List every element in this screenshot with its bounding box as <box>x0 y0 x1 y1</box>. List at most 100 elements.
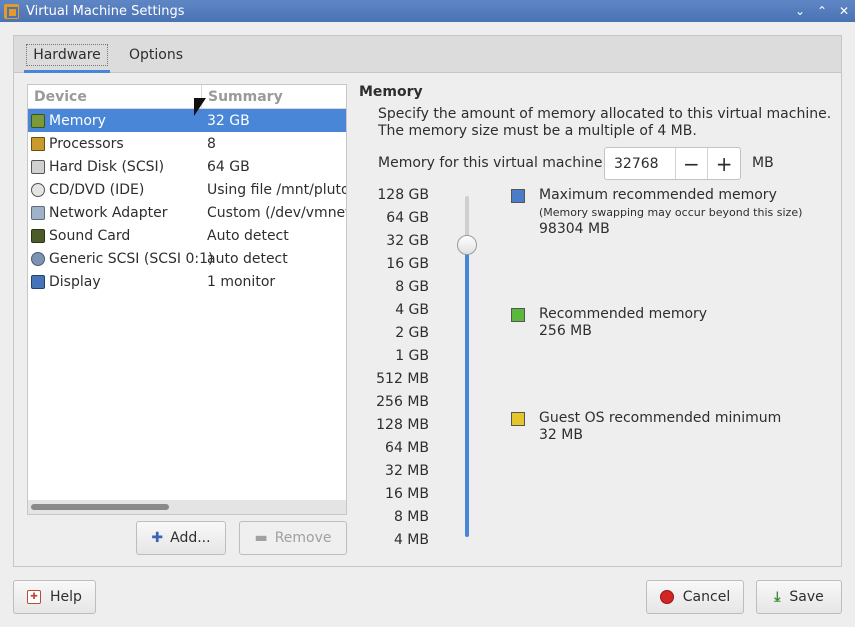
device-cell: Hard Disk (SCSI) <box>28 159 202 175</box>
save-label: Save <box>789 589 824 605</box>
add-device-label: Add... <box>170 530 211 546</box>
network-adapter-icon <box>31 205 45 220</box>
device-name: Processors <box>49 135 124 152</box>
device-list: Device Summary Memory 32 GB Processors 8 Har… <box>27 84 347 515</box>
max-recommended-value: 98304 MB <box>539 221 610 237</box>
device-summary: 1 monitor <box>207 273 276 290</box>
scale-label: 1 GB <box>395 348 429 364</box>
device-cell: CD/DVD (IDE) <box>28 182 202 198</box>
increment-button[interactable]: + <box>707 148 740 179</box>
memory-field-label: Memory for this virtual machine: <box>378 155 608 171</box>
generic-scsi-icon <box>31 251 45 266</box>
decrement-button[interactable]: − <box>674 148 708 179</box>
save-icon: ⤓ <box>774 589 781 605</box>
cancel-label: Cancel <box>682 589 731 605</box>
device-cell: Processors <box>28 136 202 152</box>
device-summary: Auto detect <box>207 227 289 244</box>
device-rows: Memory 32 GB Processors 8 Hard Disk (SCSI) 64… <box>28 109 346 293</box>
plus-icon: ✚ <box>151 530 164 546</box>
device-summary: Custom (/dev/vmnet2 <box>207 204 346 221</box>
memory-scale: 128 GB 64 GB 32 GB 16 GB 8 GB 4 GB 2 GB 1 GB 512… <box>359 186 429 554</box>
device-row[interactable]: Generic SCSI (SCSI 0:1) auto detect <box>28 247 346 270</box>
guest-minimum-swatch <box>511 412 525 426</box>
save-button[interactable]: ⤓ Save <box>756 580 842 614</box>
cd-dvd-icon <box>31 182 45 197</box>
device-row[interactable]: Hard Disk (SCSI) 64 GB <box>28 155 346 178</box>
processor-icon <box>31 136 45 151</box>
scale-label: 64 MB <box>385 440 429 456</box>
memory-slider-handle[interactable] <box>457 235 477 255</box>
scale-label: 8 MB <box>393 509 429 525</box>
title-bar: Virtual Machine Settings ⌄ ⌃ ✕ <box>0 0 855 22</box>
vmware-app-icon <box>4 3 19 19</box>
display-icon <box>31 274 45 289</box>
hard-disk-icon <box>31 159 45 174</box>
device-column-header[interactable]: Device <box>28 85 202 108</box>
device-summary: 8 <box>207 135 216 152</box>
cancel-button[interactable]: Cancel <box>646 580 744 614</box>
scale-label: 16 GB <box>386 256 429 272</box>
scale-label: 64 GB <box>386 210 429 226</box>
help-icon: ✚ <box>27 590 42 604</box>
device-cell: Display <box>28 274 202 290</box>
device-summary: 32 GB <box>207 112 250 129</box>
memory-unit-label: MB <box>752 155 774 171</box>
device-cell: Sound Card <box>28 228 202 244</box>
device-name: Generic SCSI (SCSI 0:1) <box>49 250 214 267</box>
device-name: Hard Disk (SCSI) <box>49 158 165 175</box>
recommended-swatch <box>511 308 525 322</box>
device-cell: Memory <box>28 113 202 129</box>
device-name: Memory <box>49 112 106 129</box>
settings-frame: Hardware Options Device Summary Memory 32… <box>13 35 842 567</box>
scrollbar-thumb[interactable] <box>31 504 169 510</box>
memory-icon <box>31 113 45 128</box>
cancel-icon <box>659 590 674 604</box>
device-row[interactable]: Network Adapter Custom (/dev/vmnet2 <box>28 201 346 224</box>
max-recommended-swatch <box>511 189 525 203</box>
scale-label: 2 GB <box>395 325 429 341</box>
memory-input[interactable]: 32768 <box>605 148 675 179</box>
tab-options-label: Options <box>128 47 184 63</box>
remove-device-button[interactable]: ▬ Remove <box>239 521 347 555</box>
memory-stepper: 32768 − + <box>604 147 741 180</box>
close-icon[interactable]: ✕ <box>833 4 855 18</box>
scale-label: 16 MB <box>385 486 429 502</box>
minus-icon: ▬ <box>254 530 268 546</box>
help-button[interactable]: ✚ Help <box>13 580 96 614</box>
memory-section-title: Memory <box>359 84 423 100</box>
sound-card-icon <box>31 228 45 243</box>
device-summary: Using file /mnt/pluto/s <box>207 181 346 198</box>
help-label: Help <box>50 589 82 605</box>
recommended-title: Recommended memory <box>539 306 708 322</box>
device-cell: Generic SCSI (SCSI 0:1) <box>28 251 213 267</box>
scale-label: 128 MB <box>376 417 429 433</box>
tab-options[interactable]: Options <box>117 39 195 71</box>
device-list-header: Device Summary <box>28 85 346 109</box>
device-row[interactable]: Memory 32 GB <box>28 109 346 132</box>
scale-label: 4 GB <box>395 302 429 318</box>
tab-hardware-label: Hardware <box>26 44 108 66</box>
minimize-icon[interactable]: ⌄ <box>789 4 811 18</box>
scale-label: 512 MB <box>376 371 429 387</box>
scale-label: 8 GB <box>395 279 429 295</box>
window-title: Virtual Machine Settings <box>26 3 185 19</box>
maximize-icon[interactable]: ⌃ <box>811 4 833 18</box>
add-device-button[interactable]: ✚ Add... <box>136 521 226 555</box>
tab-strip: Hardware Options <box>14 36 841 73</box>
device-summary: auto detect <box>207 250 288 267</box>
device-row[interactable]: Sound Card Auto detect <box>28 224 346 247</box>
device-name: Display <box>49 273 101 290</box>
device-cell: Network Adapter <box>28 205 202 221</box>
remove-device-label: Remove <box>274 530 332 546</box>
scale-label: 4 MB <box>393 532 429 548</box>
device-row[interactable]: CD/DVD (IDE) Using file /mnt/pluto/s <box>28 178 346 201</box>
horizontal-scrollbar[interactable] <box>28 500 346 514</box>
device-row[interactable]: Display 1 monitor <box>28 270 346 293</box>
summary-column-header[interactable]: Summary <box>202 85 283 108</box>
device-row[interactable]: Processors 8 <box>28 132 346 155</box>
tab-hardware[interactable]: Hardware <box>24 39 110 73</box>
mouse-cursor <box>194 98 206 116</box>
recommended-value: 256 MB <box>539 323 592 339</box>
device-summary: 64 GB <box>207 158 250 175</box>
device-name: Network Adapter <box>49 204 168 221</box>
